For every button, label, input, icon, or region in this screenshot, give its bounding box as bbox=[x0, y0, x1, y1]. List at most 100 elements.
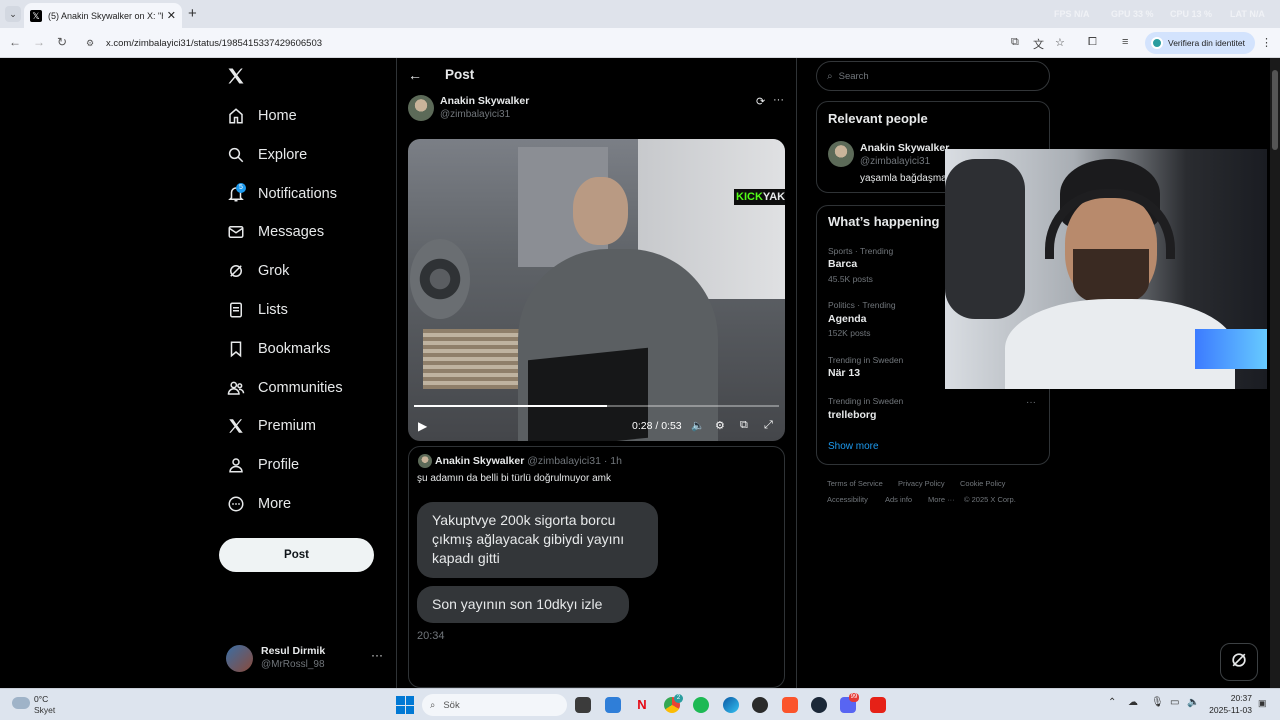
browser-toolbar: ← → ↻ ⚙ x.com/zimbalayici31/status/19854… bbox=[0, 28, 1280, 58]
home-icon bbox=[226, 106, 246, 126]
page-scrollbar[interactable] bbox=[1270, 58, 1280, 688]
nav-item-grok[interactable]: Grok bbox=[226, 256, 289, 286]
nav-item-explore[interactable]: Explore bbox=[226, 140, 307, 170]
nav-item-more[interactable]: More bbox=[226, 489, 291, 519]
grok-icon bbox=[226, 261, 246, 281]
address-bar[interactable]: ⚙ x.com/zimbalayici31/status/19854153374… bbox=[80, 31, 980, 55]
relevant-person-name[interactable]: Anakin Skywalker bbox=[860, 142, 949, 154]
trend-category: Trending in Sweden bbox=[828, 355, 904, 365]
nav-item-communities[interactable]: Communities bbox=[226, 373, 343, 403]
onedrive-icon[interactable]: ☁ bbox=[1128, 697, 1138, 708]
trend-name[interactable]: Agenda bbox=[828, 313, 867, 325]
list-icon bbox=[226, 300, 246, 320]
grok-icon[interactable]: ⟳ bbox=[756, 95, 765, 108]
tab-search-button[interactable]: ⌄ bbox=[5, 6, 21, 22]
volume-icon[interactable]: 🔈 bbox=[691, 419, 705, 432]
footer-link-more[interactable]: More ··· bbox=[928, 495, 955, 504]
footer-link-accessibility[interactable]: Accessibility bbox=[827, 495, 868, 504]
footer-link-ads[interactable]: Ads info bbox=[885, 495, 912, 504]
taskbar-search-input[interactable]: ⌕ Sök bbox=[422, 694, 567, 716]
brave-icon[interactable] bbox=[782, 697, 798, 713]
scrollbar-thumb[interactable] bbox=[1272, 70, 1278, 150]
verify-identity-button[interactable]: Verifiera din identitet bbox=[1145, 32, 1256, 54]
site-info-icon[interactable]: ⚙ bbox=[86, 38, 100, 49]
video-progress-track[interactable] bbox=[414, 405, 779, 407]
weather-text[interactable]: Skyet bbox=[34, 705, 55, 715]
new-tab-button[interactable]: + bbox=[188, 5, 197, 22]
show-more-link[interactable]: Show more bbox=[828, 441, 879, 452]
account-switcher[interactable]: Resul Dirmik @MrRossl_98 ··· bbox=[226, 644, 396, 674]
back-arrow-icon[interactable]: ← bbox=[408, 67, 422, 83]
settings-icon[interactable]: ⚙ bbox=[715, 419, 725, 432]
chat-bubble: Yakuptvye 200k sigorta borcu çıkmış ağla… bbox=[417, 502, 658, 578]
video-progress-fill bbox=[414, 405, 608, 407]
nav-label: Grok bbox=[258, 263, 290, 279]
notification-badge: 5 bbox=[236, 183, 246, 193]
windows-start-icon[interactable] bbox=[396, 696, 414, 714]
account-more-icon[interactable]: ··· bbox=[371, 648, 383, 662]
back-arrow-icon[interactable]: ← bbox=[9, 35, 21, 49]
post-author-handle[interactable]: @zimbalayici31 bbox=[440, 109, 510, 120]
task-view-icon[interactable] bbox=[575, 697, 591, 713]
nav-item-messages[interactable]: Messages bbox=[226, 217, 324, 247]
nav-item-home[interactable]: Home bbox=[226, 101, 297, 131]
trend-name[interactable]: När 13 bbox=[828, 367, 860, 379]
search-input[interactable]: ⌕ Search bbox=[816, 61, 1050, 91]
volume-icon[interactable]: 🔈 bbox=[1187, 697, 1199, 708]
clock-time[interactable]: 20:37 bbox=[1208, 693, 1252, 703]
nav-label: Premium bbox=[258, 418, 317, 434]
video-player[interactable]: KICKYAK ▶ 0:28 / 0:53 🔈 ⚙ ⧉ ⤢ bbox=[408, 139, 785, 441]
nav-item-bookmarks[interactable]: Bookmarks bbox=[226, 334, 331, 364]
weather-temp[interactable]: 0°C bbox=[34, 694, 48, 704]
close-tab-icon[interactable]: ✕ bbox=[167, 9, 176, 22]
extensions-icon[interactable]: ⧠ bbox=[1088, 36, 1097, 49]
edge-icon[interactable] bbox=[723, 697, 739, 713]
footer-link-cookie[interactable]: Cookie Policy bbox=[960, 479, 1005, 488]
grok-floating-button[interactable] bbox=[1220, 643, 1258, 681]
dartboard bbox=[410, 239, 470, 319]
browser-tab-active[interactable]: 𝕏 (5) Anakin Skywalker on X: "htt ✕ bbox=[24, 3, 182, 28]
youtube-icon[interactable] bbox=[870, 697, 886, 713]
avatar[interactable] bbox=[828, 141, 854, 167]
spotify-icon[interactable] bbox=[693, 697, 709, 713]
notification-center-icon[interactable]: ▣ bbox=[1258, 698, 1267, 709]
chat-bubble: Son yayının son 10dkyı izle bbox=[417, 586, 629, 623]
nav-item-premium[interactable]: Premium bbox=[226, 411, 316, 441]
post-author-name[interactable]: Anakin Skywalker bbox=[440, 95, 529, 107]
footer-link-terms[interactable]: Terms of Service bbox=[827, 479, 883, 488]
quote-author-name: Anakin Skywalker bbox=[435, 455, 525, 467]
person-icon bbox=[226, 455, 246, 475]
x-logo-icon[interactable] bbox=[226, 66, 246, 91]
pip-icon[interactable]: ⧉ bbox=[740, 419, 748, 432]
trend-name[interactable]: trelleborg bbox=[828, 409, 876, 421]
install-app-icon[interactable]: ⧉ bbox=[1011, 36, 1019, 49]
fullscreen-icon[interactable]: ⤢ bbox=[764, 419, 773, 432]
rgb-light bbox=[1195, 329, 1267, 369]
trend-more-icon[interactable]: ··· bbox=[1026, 397, 1036, 408]
translate-icon[interactable]: 文 bbox=[1033, 36, 1044, 52]
footer-link-privacy[interactable]: Privacy Policy bbox=[898, 479, 945, 488]
reload-icon[interactable]: ↻ bbox=[57, 35, 67, 49]
bookmark-star-icon[interactable]: ☆ bbox=[1055, 36, 1065, 49]
obs-icon[interactable] bbox=[752, 697, 768, 713]
file-explorer-icon[interactable] bbox=[605, 697, 621, 713]
account-name: Resul Dirmik bbox=[261, 645, 326, 657]
forward-arrow-icon[interactable]: → bbox=[33, 35, 45, 49]
nav-item-lists[interactable]: Lists bbox=[226, 295, 288, 325]
more-options-icon[interactable]: ··· bbox=[773, 94, 784, 106]
clock-date[interactable]: 2025-11-03 bbox=[1204, 705, 1252, 715]
browser-menu-icon[interactable]: ⋮ bbox=[1261, 36, 1272, 49]
relevant-people-title: Relevant people bbox=[828, 111, 928, 126]
reading-list-icon[interactable]: ≡ bbox=[1122, 36, 1128, 48]
post-button[interactable]: Post bbox=[219, 538, 374, 572]
chevron-up-icon[interactable]: ⌃ bbox=[1108, 697, 1116, 708]
play-icon[interactable]: ▶ bbox=[418, 419, 427, 433]
trend-name[interactable]: Barca bbox=[828, 258, 857, 270]
nav-item-profile[interactable]: Profile bbox=[226, 450, 299, 480]
netflix-icon[interactable]: N bbox=[634, 697, 650, 713]
steam-icon[interactable] bbox=[811, 697, 827, 713]
avatar[interactable] bbox=[408, 95, 434, 121]
network-icon[interactable]: ▭ bbox=[1170, 697, 1179, 708]
microphone-icon[interactable]: 🎙 bbox=[1151, 697, 1164, 708]
avatar bbox=[226, 645, 253, 672]
